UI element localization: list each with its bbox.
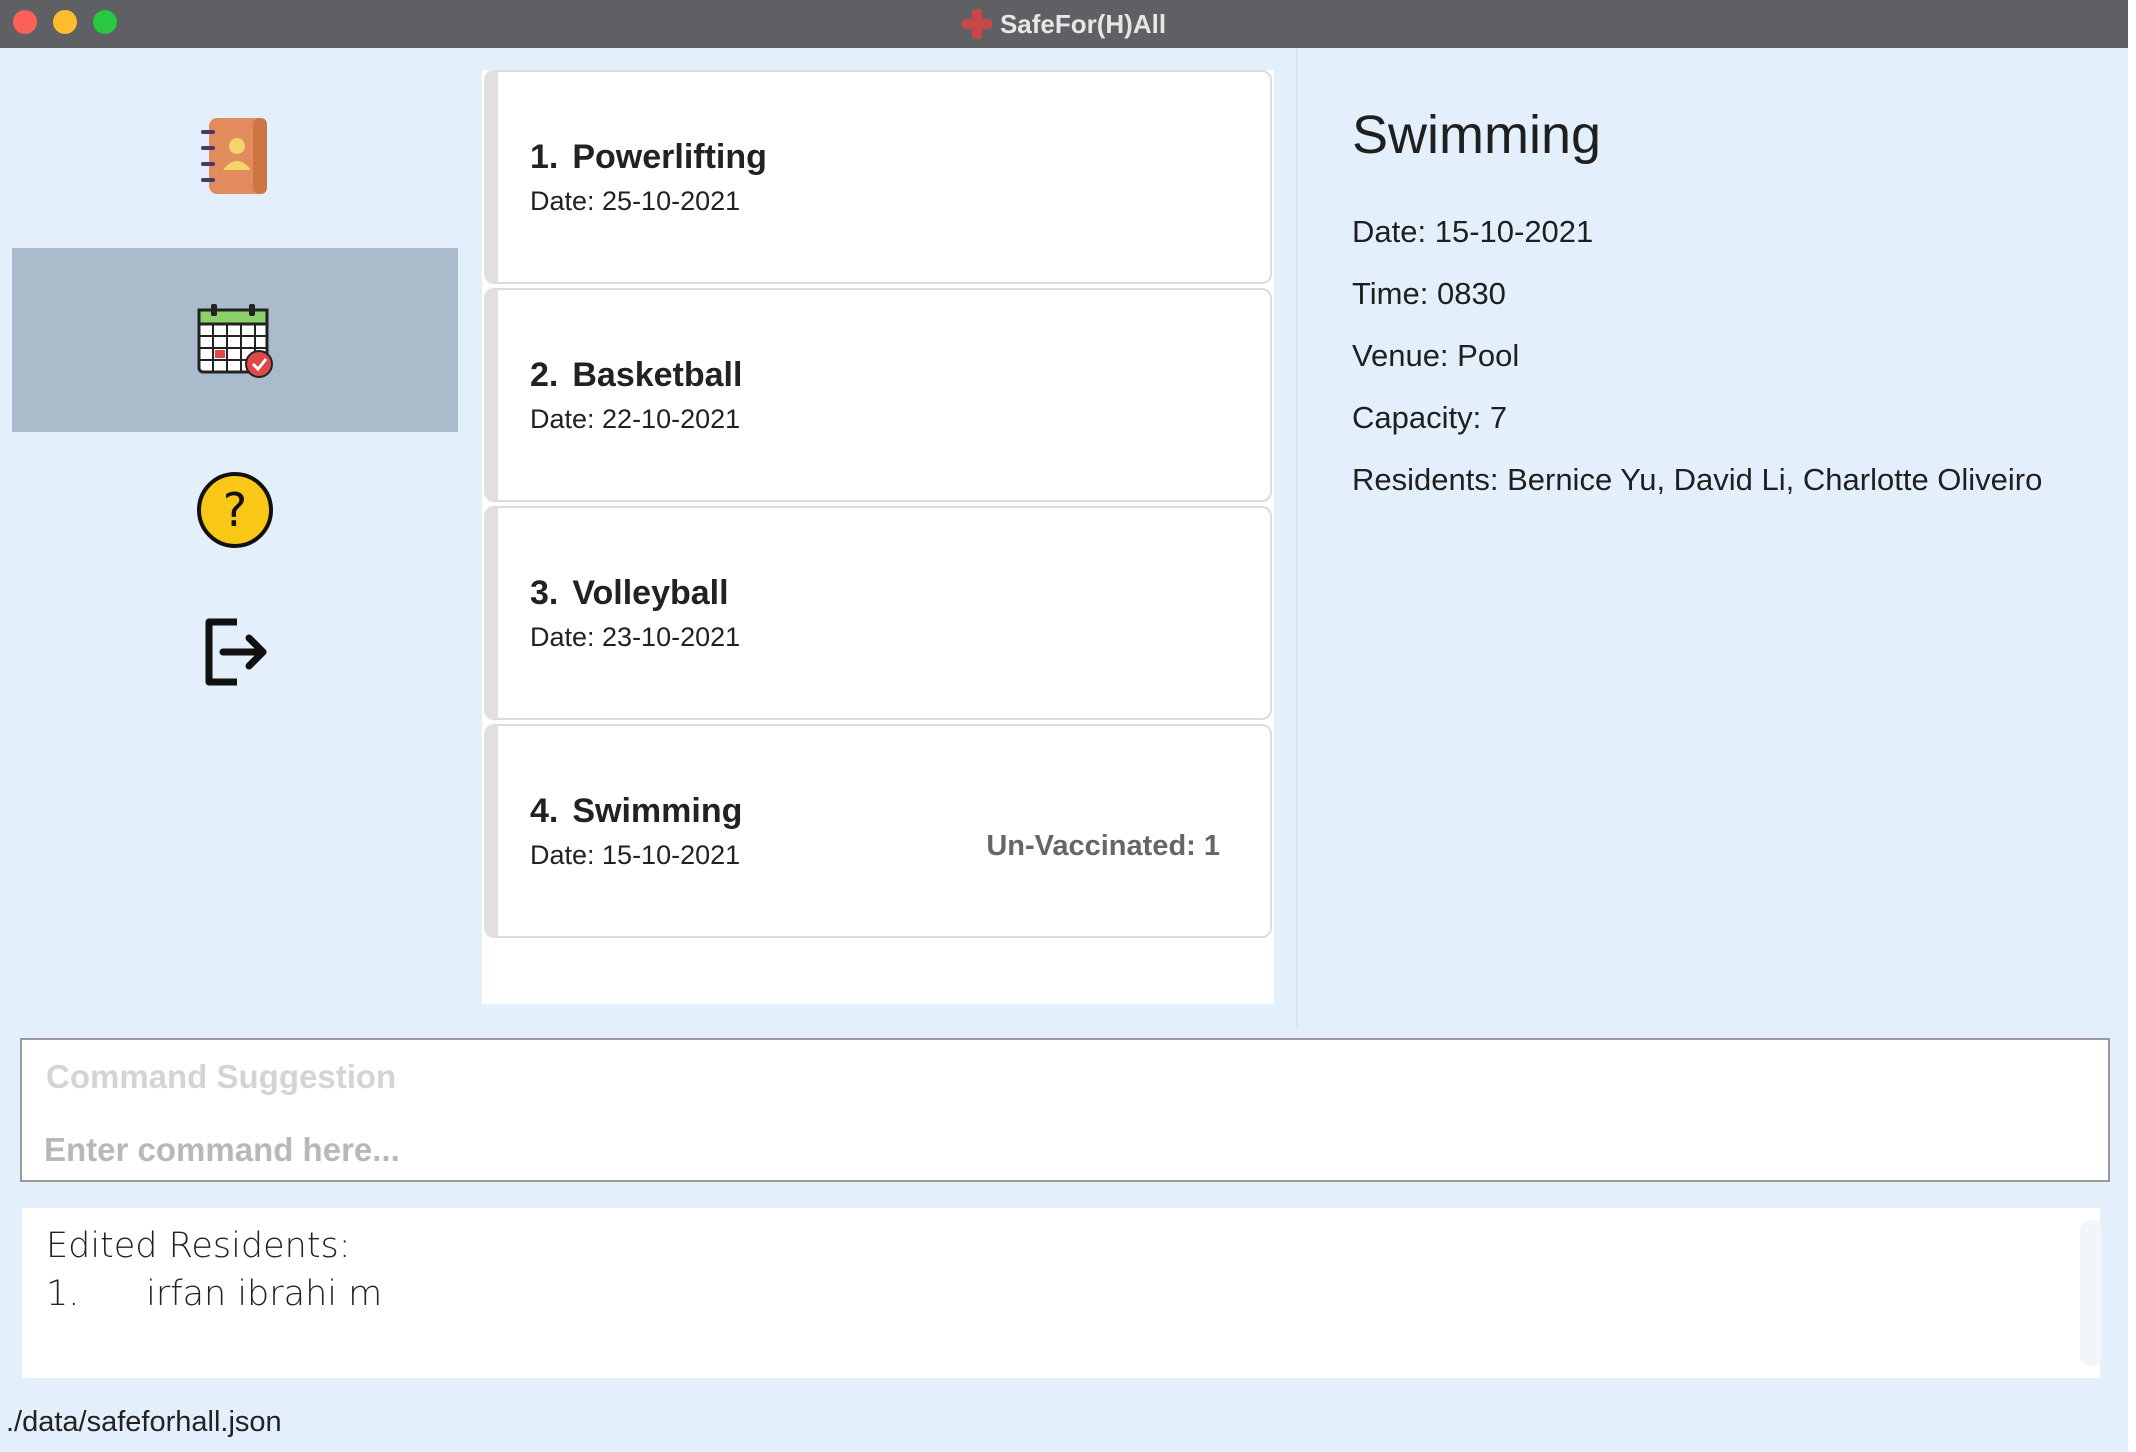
command-input[interactable] — [44, 1126, 2084, 1174]
app-cross-icon — [961, 9, 992, 39]
window-edge — [2128, 0, 2136, 1452]
calendar-icon — [197, 304, 273, 378]
event-name: Powerlifting — [572, 138, 767, 176]
title-bar: SafeFor(H)All — [0, 0, 2128, 48]
command-box: Command Suggestion — [20, 1038, 2110, 1182]
svg-text:?: ? — [223, 483, 247, 537]
event-list: 1. Powerlifting Date: 25-10-2021 2. Basket… — [482, 70, 1274, 1004]
sidebar-item-events[interactable] — [12, 248, 458, 432]
event-date: Date: 23-10-2021 — [530, 622, 741, 652]
event-index: 2. — [530, 356, 559, 394]
event-card[interactable]: 4. Swimming Date: 15-10-2021 Un-Vaccinate… — [484, 724, 1272, 938]
result-scrollbar[interactable] — [2080, 1220, 2102, 1366]
event-index: 4. — [530, 792, 559, 830]
event-date: Date: 22-10-2021 — [530, 404, 741, 434]
minimize-window-button[interactable] — [53, 10, 77, 34]
event-detail-panel: Swimming Date: 15-10-2021 Time: 0830 Ven… — [1296, 48, 2126, 1028]
event-name: Volleyball — [572, 574, 729, 612]
event-name: Swimming — [572, 792, 743, 830]
event-card[interactable]: 3. Volleyball Date: 23-10-2021 — [484, 506, 1272, 720]
event-date: Date: 15-10-2021 — [530, 840, 741, 870]
vaccination-status-badge: Un-Vaccinated: 1 — [986, 830, 1220, 862]
event-card[interactable]: 1. Powerlifting Date: 25-10-2021 — [484, 70, 1272, 284]
maximize-window-button[interactable] — [93, 10, 117, 34]
event-index: 1. — [530, 138, 559, 176]
result-line: 1. irfan ibrahi m — [46, 1274, 383, 1314]
event-card[interactable]: 2. Basketball Date: 22-10-2021 — [484, 288, 1272, 502]
sidebar: ? — [0, 48, 462, 1028]
detail-date: Date: 15-10-2021 — [1352, 214, 1594, 249]
address-book-icon — [201, 118, 267, 194]
app-window: SafeFor(H)All ? 1. Powerlifting Date: 25… — [0, 0, 2128, 1452]
exit-icon — [205, 618, 267, 686]
sidebar-item-residents[interactable] — [12, 64, 458, 248]
close-window-button[interactable] — [13, 10, 37, 34]
event-name: Basketball — [572, 356, 743, 394]
event-date: Date: 25-10-2021 — [530, 186, 741, 216]
detail-residents: Residents: Bernice Yu, David Li, Charlot… — [1352, 462, 2043, 497]
detail-time: Time: 0830 — [1352, 276, 1506, 311]
help-icon: ? — [197, 472, 273, 548]
event-index: 3. — [530, 574, 559, 612]
detail-title: Swimming — [1352, 105, 1602, 165]
result-heading: Edited Residents: — [46, 1226, 351, 1266]
command-suggestion: Command Suggestion — [46, 1058, 397, 1095]
sidebar-item-exit[interactable] — [12, 560, 458, 744]
detail-capacity: Capacity: 7 — [1352, 400, 1508, 435]
detail-venue: Venue: Pool — [1352, 338, 1520, 373]
window-title: SafeFor(H)All — [999, 8, 1167, 39]
result-display: Edited Residents: 1. irfan ibrahi m — [22, 1208, 2100, 1378]
status-bar-path: ./data/safeforhall.json — [6, 1406, 282, 1438]
